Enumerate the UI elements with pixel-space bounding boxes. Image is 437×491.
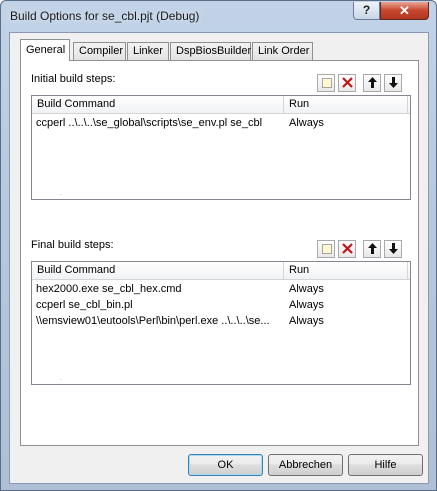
initial-steps-label: Initial build steps: bbox=[31, 73, 116, 85]
dialog-window: Build Options for se_cbl.pjt (Debug) ? ✕… bbox=[0, 0, 437, 491]
list-marker: . bbox=[60, 376, 62, 382]
build-command-cell: hex2000.exe se_cbl_hex.cmd bbox=[36, 283, 182, 295]
final-move-down-button[interactable] bbox=[384, 240, 402, 258]
column-build-command[interactable]: Build Command bbox=[32, 262, 284, 280]
list-item[interactable]: \\emsview01\eutools\Perl\bin\perl.exe ..… bbox=[32, 313, 410, 329]
final-steps-list[interactable]: Build Command Run hex2000.exe se_cbl_hex… bbox=[31, 261, 411, 385]
initial-list-header: Build Command Run bbox=[32, 96, 410, 114]
build-command-cell: \\emsview01\eutools\Perl\bin\perl.exe ..… bbox=[36, 315, 270, 327]
final-steps-label: Final build steps: bbox=[31, 239, 114, 251]
final-list-header: Build Command Run bbox=[32, 262, 410, 280]
ok-button[interactable]: OK bbox=[188, 454, 263, 476]
initial-move-down-button[interactable] bbox=[384, 74, 402, 92]
build-command-cell: ccperl ..\..\..\se_global\scripts\se_env… bbox=[36, 117, 263, 129]
move-down-icon bbox=[388, 77, 398, 88]
final-new-button[interactable] bbox=[317, 240, 335, 258]
final-delete-button[interactable] bbox=[338, 240, 356, 258]
run-cell: Always bbox=[289, 315, 324, 327]
tab-compiler[interactable]: Compiler bbox=[73, 42, 126, 60]
column-run[interactable]: Run bbox=[284, 96, 408, 114]
move-up-icon bbox=[367, 243, 377, 254]
initial-new-button[interactable] bbox=[317, 74, 335, 92]
new-item-icon bbox=[321, 244, 332, 254]
tab-dspbiosbuilder[interactable]: DspBiosBuilder bbox=[170, 42, 251, 60]
delete-icon bbox=[341, 77, 353, 88]
initial-steps-list[interactable]: Build Command Run ccperl ..\..\..\se_glo… bbox=[31, 95, 411, 200]
tab-link-order[interactable]: Link Order bbox=[252, 42, 313, 60]
run-cell: Always bbox=[289, 283, 324, 295]
list-item[interactable]: ccperl se_cbl_bin.pl Always bbox=[32, 297, 410, 313]
initial-move-up-button[interactable] bbox=[363, 74, 381, 92]
tab-linker[interactable]: Linker bbox=[127, 42, 169, 60]
delete-icon bbox=[341, 243, 353, 254]
general-tab-panel: Initial build steps: Build Command Run c… bbox=[20, 60, 419, 446]
list-item[interactable]: ccperl ..\..\..\se_global\scripts\se_env… bbox=[32, 115, 410, 131]
build-command-cell: ccperl se_cbl_bin.pl bbox=[36, 299, 133, 311]
list-marker: . bbox=[60, 191, 62, 197]
window-title: Build Options for se_cbl.pjt (Debug) bbox=[10, 9, 200, 23]
help-button[interactable]: Hilfe bbox=[348, 454, 423, 476]
final-move-up-button[interactable] bbox=[363, 240, 381, 258]
column-run[interactable]: Run bbox=[284, 262, 408, 280]
list-item[interactable]: hex2000.exe se_cbl_hex.cmd Always bbox=[32, 281, 410, 297]
column-build-command[interactable]: Build Command bbox=[32, 96, 284, 114]
move-down-icon bbox=[388, 243, 398, 254]
tab-general[interactable]: General bbox=[20, 39, 70, 61]
help-title-button[interactable]: ? bbox=[353, 2, 380, 20]
run-cell: Always bbox=[289, 299, 324, 311]
run-cell: Always bbox=[289, 117, 324, 129]
move-up-icon bbox=[367, 77, 377, 88]
close-button[interactable]: ✕ bbox=[380, 2, 429, 20]
new-item-icon bbox=[321, 78, 332, 88]
dialog-client-area: General Compiler Linker DspBiosBuilder L… bbox=[9, 32, 429, 484]
initial-delete-button[interactable] bbox=[338, 74, 356, 92]
cancel-button[interactable]: Abbrechen bbox=[268, 454, 343, 476]
title-bar[interactable]: Build Options for se_cbl.pjt (Debug) ? ✕ bbox=[1, 1, 436, 31]
